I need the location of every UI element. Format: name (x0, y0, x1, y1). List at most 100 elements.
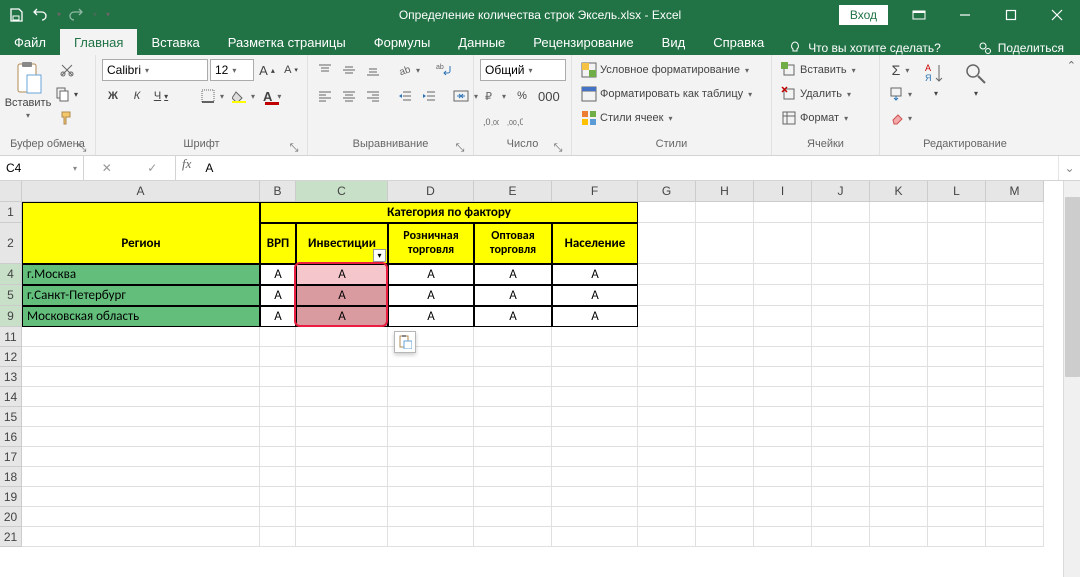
cell-styles-button[interactable]: Стили ячеек (578, 107, 768, 129)
tab-view[interactable]: Вид (648, 29, 700, 55)
col-header[interactable]: G (638, 181, 696, 202)
cell[interactable] (552, 447, 638, 467)
cell[interactable] (754, 347, 812, 367)
cell[interactable] (638, 387, 696, 407)
row-header[interactable]: 19 (0, 487, 22, 507)
cell[interactable] (754, 327, 812, 347)
enter-formula-icon[interactable]: ✓ (147, 161, 157, 175)
cell[interactable] (260, 487, 296, 507)
cell[interactable] (870, 387, 928, 407)
cell[interactable] (986, 285, 1044, 306)
sort-filter-button[interactable]: АЯ ▾ (917, 59, 955, 100)
fill-color-button[interactable] (229, 85, 258, 107)
redo-icon[interactable] (64, 3, 88, 27)
tab-layout[interactable]: Разметка страницы (214, 29, 360, 55)
cell[interactable] (928, 467, 986, 487)
find-select-button[interactable]: ▾ (957, 59, 995, 100)
cell[interactable] (260, 327, 296, 347)
col-header[interactable]: A (22, 181, 260, 202)
row-header[interactable]: 4 (0, 264, 22, 285)
cell[interactable] (928, 407, 986, 427)
cell[interactable] (870, 347, 928, 367)
cell[interactable] (552, 327, 638, 347)
cell[interactable] (754, 202, 812, 223)
cell[interactable] (754, 507, 812, 527)
paste-button[interactable]: Вставить ▾ (6, 59, 50, 122)
cell[interactable] (870, 223, 928, 264)
cell[interactable]: Розничная торговля (388, 223, 474, 264)
cell[interactable] (388, 467, 474, 487)
cell[interactable] (552, 527, 638, 547)
cell[interactable] (638, 264, 696, 285)
cell[interactable] (986, 407, 1044, 427)
cell[interactable]: А (552, 306, 638, 327)
cell[interactable] (296, 367, 388, 387)
cell[interactable] (474, 407, 552, 427)
cell[interactable] (474, 427, 552, 447)
cell[interactable] (928, 223, 986, 264)
cell[interactable]: ВРП (260, 223, 296, 264)
cell[interactable] (870, 467, 928, 487)
row-header[interactable]: 14 (0, 387, 22, 407)
col-header[interactable]: B (260, 181, 296, 202)
qat-customize[interactable] (100, 3, 114, 27)
cell[interactable] (754, 367, 812, 387)
cell[interactable] (812, 507, 870, 527)
cell[interactable] (638, 347, 696, 367)
cell[interactable] (696, 327, 754, 347)
tab-insert[interactable]: Вставка (137, 29, 213, 55)
cell[interactable] (22, 487, 260, 507)
cell[interactable] (296, 467, 388, 487)
align-center-button[interactable] (338, 85, 360, 107)
cell[interactable] (870, 367, 928, 387)
col-header[interactable]: F (552, 181, 638, 202)
cell[interactable] (22, 447, 260, 467)
cell[interactable] (696, 223, 754, 264)
col-header[interactable]: M (986, 181, 1044, 202)
align-middle-button[interactable] (338, 59, 360, 81)
cell[interactable] (388, 447, 474, 467)
cell[interactable] (388, 407, 474, 427)
tab-review[interactable]: Рецензирование (519, 29, 647, 55)
cell[interactable] (474, 527, 552, 547)
cell[interactable] (928, 306, 986, 327)
cell[interactable] (260, 427, 296, 447)
cell[interactable]: Категория по фактору (260, 202, 638, 223)
cell[interactable] (638, 202, 696, 223)
cell[interactable] (812, 447, 870, 467)
copy-button[interactable]: ▾ (52, 83, 81, 105)
cell[interactable] (638, 527, 696, 547)
cut-button[interactable] (52, 59, 81, 81)
cell[interactable] (812, 285, 870, 306)
cell[interactable] (296, 427, 388, 447)
cell[interactable]: А (260, 285, 296, 306)
tab-help[interactable]: Справка (699, 29, 778, 55)
cell[interactable] (474, 487, 552, 507)
cell[interactable] (638, 507, 696, 527)
cell[interactable] (638, 487, 696, 507)
cell[interactable] (986, 327, 1044, 347)
cell[interactable] (928, 347, 986, 367)
cell[interactable] (474, 387, 552, 407)
cell[interactable] (870, 264, 928, 285)
fill-button[interactable] (886, 83, 915, 105)
cell[interactable] (552, 467, 638, 487)
cell[interactable] (696, 467, 754, 487)
wrap-text-button[interactable]: ab (433, 59, 455, 81)
font-color-button[interactable]: A (260, 85, 284, 107)
cell[interactable] (696, 202, 754, 223)
cell[interactable] (296, 347, 388, 367)
cell[interactable] (296, 507, 388, 527)
cell[interactable] (986, 427, 1044, 447)
cell[interactable] (928, 427, 986, 447)
cell[interactable] (986, 202, 1044, 223)
cell[interactable] (754, 387, 812, 407)
cell[interactable] (22, 467, 260, 487)
expand-formula-bar[interactable]: ⌄ (1058, 156, 1080, 180)
filter-icon[interactable]: ▾ (373, 249, 386, 262)
cell[interactable] (552, 407, 638, 427)
cell[interactable] (986, 487, 1044, 507)
col-header[interactable]: L (928, 181, 986, 202)
cell[interactable] (696, 487, 754, 507)
cell[interactable] (812, 223, 870, 264)
